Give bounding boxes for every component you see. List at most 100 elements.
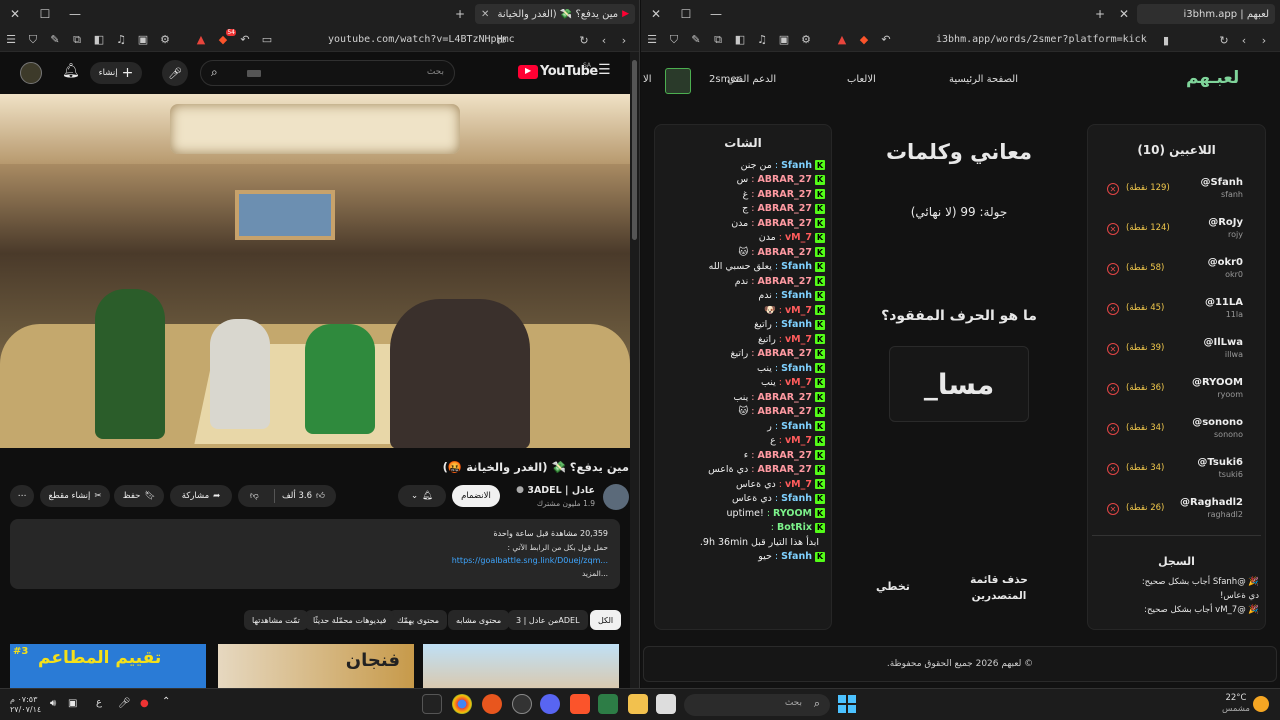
save-button[interactable]: حفظ 🔖︎ (114, 485, 164, 507)
nav-home[interactable]: الصفحة الرئيسية (949, 74, 1018, 85)
chat-username[interactable]: ABRAR_27 (757, 189, 812, 200)
scroll-thumb[interactable] (632, 60, 637, 240)
app-icon[interactable] (482, 694, 502, 714)
chip-for-you[interactable]: محتوى يهمّك (389, 610, 448, 630)
cast-icon[interactable]: ▭ (256, 29, 278, 51)
chat-username[interactable]: ABRAR_27 (757, 276, 812, 287)
chat-username[interactable]: ABRAR_27 (757, 203, 812, 214)
chat-username[interactable]: ABRAR_27 (757, 247, 812, 258)
chip-from-channel[interactable]: من عادل | 3ADEL (508, 610, 588, 630)
close-window-icon[interactable]: ✕ (0, 0, 30, 28)
language-indicator[interactable]: ع (96, 697, 102, 708)
reload-icon[interactable]: ↻ (1213, 29, 1235, 51)
keyboard-icon[interactable] (247, 70, 261, 77)
remove-player-icon[interactable]: ✕ (1107, 223, 1119, 235)
forward-icon[interactable]: › (613, 29, 635, 51)
tab-youtube[interactable]: ▶ مين يدفع؟ 💸 (الغدر والخيانة 🤬) ✕ (475, 4, 635, 24)
chat-username[interactable]: Sfanh (781, 421, 812, 432)
description-box[interactable]: 20,359 مشاهدة قبل ساعة واحدة حمل قول بكل… (10, 519, 620, 589)
weather-widget[interactable]: 22°C مشمس (1222, 693, 1250, 715)
mic-tray-icon[interactable]: 🎤︎ (118, 698, 131, 709)
remove-player-icon[interactable]: ✕ (1107, 383, 1119, 395)
back-icon[interactable]: ‹ (593, 29, 615, 51)
close-tab-icon[interactable]: ✕ (1109, 0, 1139, 28)
clear-leaderboard-button[interactable]: حذف قائمة المتصدرين (961, 572, 1037, 604)
hamburger-icon[interactable]: ☰ (598, 62, 611, 78)
epic-games-icon[interactable] (422, 694, 442, 714)
tray-expand-icon[interactable]: ⌃ (162, 696, 170, 707)
chat-username[interactable]: vM_7 (785, 435, 812, 446)
screenshot-icon[interactable]: ⧉ (66, 29, 88, 51)
remove-player-icon[interactable]: ✕ (1107, 463, 1119, 475)
nav-support[interactable]: الدعم الفني (727, 74, 776, 85)
back-history-icon[interactable]: ↶ (234, 29, 256, 51)
chat-username[interactable]: vM_7 (785, 479, 812, 490)
search-icon[interactable]: ⌕ (211, 65, 218, 80)
obs-icon[interactable] (512, 694, 532, 714)
taskbar-search[interactable]: بحث ⌕ (684, 694, 830, 716)
channel-name[interactable]: عادل | 3ADEL (527, 485, 595, 496)
chat-username[interactable]: vM_7 (785, 305, 812, 316)
chat-username[interactable]: Sfanh (781, 290, 812, 301)
chat-username[interactable]: ABRAR_27 (757, 406, 812, 417)
network-icon[interactable]: ▣ (68, 698, 77, 709)
menu-icon[interactable]: ☰ (641, 29, 663, 51)
address-bar[interactable]: i3bhm.app/words/2smer?platform=kick (936, 34, 1147, 45)
maximize-icon[interactable]: ☐ (30, 0, 60, 28)
maximize-icon[interactable]: ☐ (671, 0, 701, 28)
sheets-icon[interactable] (598, 694, 618, 714)
music-icon[interactable]: ♫ (110, 29, 132, 51)
bell-icon[interactable]: 🔔︎ (62, 63, 80, 79)
chat-username[interactable]: Sfanh (781, 493, 812, 504)
subscribe-bell-button[interactable]: ⌄ 🔔︎ (398, 485, 446, 507)
like-count[interactable]: 3.6 ألف (282, 491, 312, 501)
start-icon[interactable] (838, 695, 856, 713)
back-history-icon[interactable]: ↶ (875, 29, 897, 51)
close-tab-icon[interactable]: ✕ (481, 9, 489, 20)
site-logo[interactable]: لعبـهم (1186, 68, 1239, 88)
like-icon[interactable]: 👍︎ (316, 491, 325, 501)
extensions-icon[interactable]: ✎ (44, 29, 66, 51)
chat-username[interactable]: ABRAR_27 (757, 450, 812, 461)
chat-username[interactable]: Sfanh (781, 551, 812, 562)
rewards-icon[interactable]: ▲ (831, 29, 853, 51)
chip-related[interactable]: محتوى مشابه (448, 610, 510, 630)
chrome-icon[interactable] (452, 694, 472, 714)
thumbnail-2[interactable]: فنجان (218, 644, 414, 688)
close-window-icon[interactable]: ✕ (641, 0, 671, 28)
channel-avatar[interactable] (603, 484, 629, 510)
thumbnail-1[interactable]: تقييم المطاعم #3 (10, 644, 206, 688)
chip-recent[interactable]: فيديوهات محمّلة حديثًا (305, 610, 395, 630)
clock[interactable]: ٠٧:٥٣ م ٢٧/٠٧/١٤ (10, 695, 41, 715)
sidebar-icon[interactable]: ◧ (88, 29, 110, 51)
chip-all[interactable]: الكل (590, 610, 622, 630)
mic-icon[interactable]: 🎤︎ (162, 60, 188, 86)
skip-button[interactable]: تخطي (876, 580, 910, 593)
shield-icon[interactable]: ⛉ (663, 29, 685, 51)
share-button[interactable]: مشاركة ➦ (170, 485, 232, 507)
chat-username[interactable]: Sfanh (781, 319, 812, 330)
task-view-icon[interactable] (656, 694, 676, 714)
search-input[interactable]: بحث (427, 67, 444, 77)
brave-shield-icon[interactable]: ◆ 54 (212, 28, 236, 51)
avatar[interactable] (20, 62, 42, 84)
chat-username[interactable]: vM_7 (785, 377, 812, 388)
shield-icon[interactable]: ⛉ (22, 29, 44, 51)
wallet-icon[interactable]: ▣ (132, 29, 154, 51)
remove-player-icon[interactable]: ✕ (1107, 343, 1119, 355)
tab-i3bhm[interactable]: لعبهم | i3bhm.app (1137, 4, 1275, 24)
tray-app-icon[interactable]: ● (140, 698, 149, 709)
chat-username[interactable]: vM_7 (785, 232, 812, 243)
chat-username[interactable]: ABRAR_27 (757, 464, 812, 475)
bookmark-icon[interactable]: ▮ (1155, 29, 1177, 51)
dislike-icon[interactable]: 👎︎ (250, 491, 259, 501)
chat-username[interactable]: Sfanh (781, 363, 812, 374)
forward-icon[interactable]: › (1253, 29, 1275, 51)
brave-icon[interactable] (570, 694, 590, 714)
remove-player-icon[interactable]: ✕ (1107, 183, 1119, 195)
extensions-icon[interactable]: ✎ (685, 29, 707, 51)
puzzle-icon[interactable]: ⚙ (795, 29, 817, 51)
more-actions-icon[interactable]: ⋯ (10, 485, 34, 507)
share-link-icon[interactable]: ⇄ (490, 29, 512, 51)
screenshot-icon[interactable]: ⧉ (707, 29, 729, 51)
